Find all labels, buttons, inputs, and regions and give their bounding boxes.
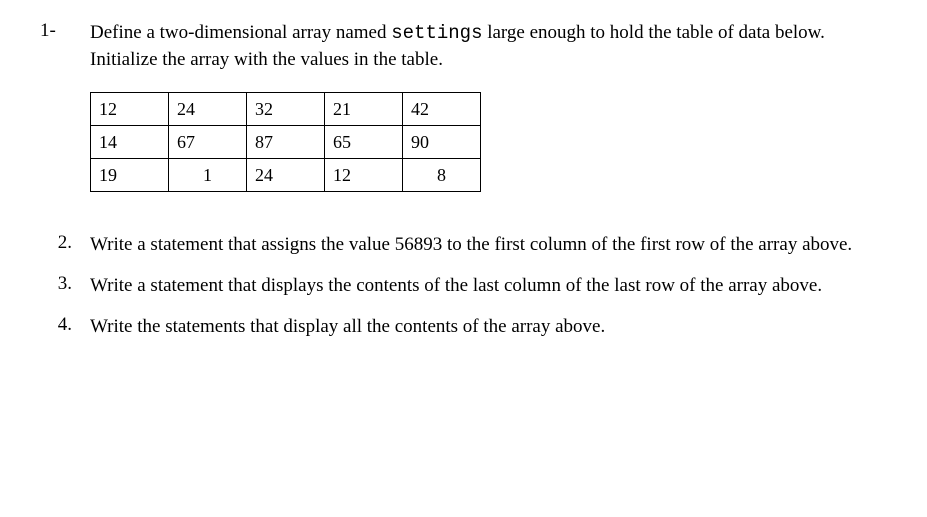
table-cell: 90 xyxy=(403,126,481,159)
question-1-text-before: Define a two-dimensional array named xyxy=(90,22,391,43)
table-cell: 32 xyxy=(247,93,325,126)
table-cell: 65 xyxy=(325,126,403,159)
table-cell: 24 xyxy=(169,93,247,126)
table-cell: 87 xyxy=(247,126,325,159)
table-cell: 14 xyxy=(91,126,169,159)
table-cell: 21 xyxy=(325,93,403,126)
question-2: 2. Write a statement that assigns the va… xyxy=(40,232,887,258)
question-1-code: settings xyxy=(391,22,482,44)
question-3: 3. Write a statement that displays the c… xyxy=(40,273,887,299)
question-1-number: 1- xyxy=(40,20,90,72)
question-4-number: 4. xyxy=(40,314,90,340)
table-cell: 12 xyxy=(325,159,403,192)
question-2-body: Write a statement that assigns the value… xyxy=(90,232,887,258)
question-2-number: 2. xyxy=(40,232,90,258)
table-cell: 8 xyxy=(403,159,481,192)
table-cell: 24 xyxy=(247,159,325,192)
table-cell: 42 xyxy=(403,93,481,126)
table-cell: 67 xyxy=(169,126,247,159)
question-3-body: Write a statement that displays the cont… xyxy=(90,273,887,299)
question-4: 4. Write the statements that display all… xyxy=(40,314,887,340)
question-3-number: 3. xyxy=(40,273,90,299)
table-row: 19 1 24 12 8 xyxy=(91,159,481,192)
table-cell: 12 xyxy=(91,93,169,126)
table-cell: 19 xyxy=(91,159,169,192)
table-row: 14 67 87 65 90 xyxy=(91,126,481,159)
question-4-body: Write the statements that display all th… xyxy=(90,314,887,340)
question-1: 1- Define a two-dimensional array named … xyxy=(40,20,887,72)
question-1-body: Define a two-dimensional array named set… xyxy=(90,20,887,72)
table-cell: 1 xyxy=(169,159,247,192)
table-row: 12 24 32 21 42 xyxy=(91,93,481,126)
settings-table: 12 24 32 21 42 14 67 87 65 90 19 1 24 12… xyxy=(90,92,481,192)
